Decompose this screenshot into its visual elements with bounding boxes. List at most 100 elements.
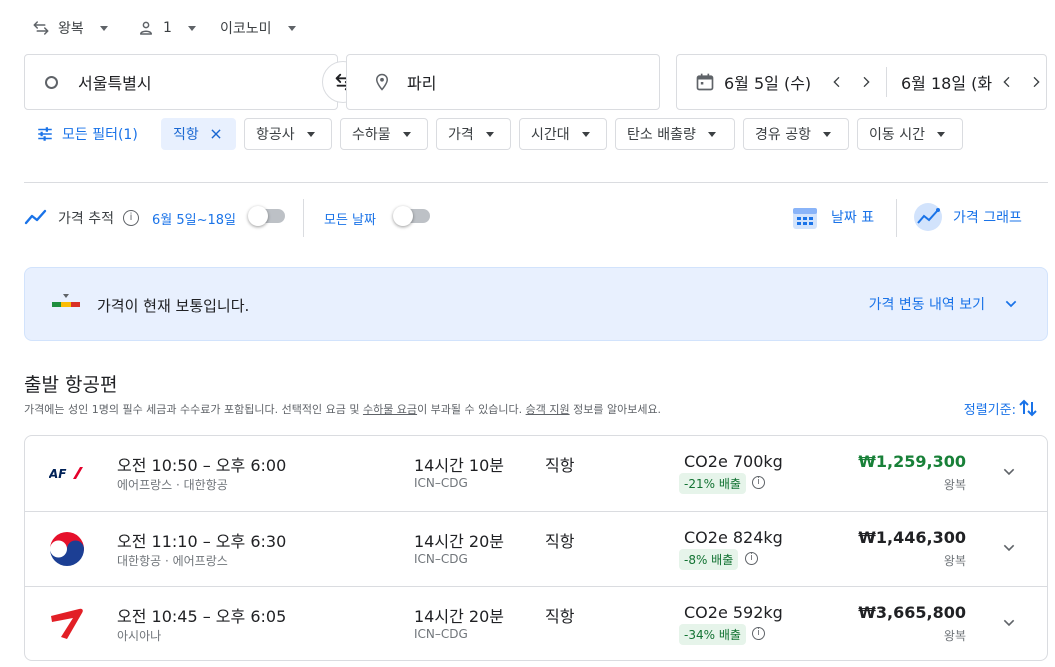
expand-chevron-icon[interactable] <box>1001 540 1017 556</box>
trip-type-select[interactable]: 왕복 <box>32 14 108 42</box>
flight-row[interactable]: 오전 11:10 – 오후 6:30 대한항공 · 에어프랑스 14시간 20분… <box>25 511 1047 586</box>
chip-baggage[interactable]: 수하물 <box>340 118 428 150</box>
chevron-down-icon <box>707 131 716 137</box>
flight-row[interactable]: AF 오전 10:50 – 오후 6:00 에어프랑스 · 대한항공 14시간 … <box>25 436 1047 511</box>
price-history-label: 가격 변동 내역 보기 <box>868 297 985 313</box>
all-dates-toggle[interactable] <box>393 206 430 226</box>
remove-filter-button[interactable] <box>209 127 223 141</box>
vertical-divider <box>896 199 897 237</box>
flight-times: 오전 10:50 – 오후 6:00 <box>117 456 287 475</box>
chevron-down-icon <box>306 131 315 137</box>
info-icon[interactable]: i <box>752 476 765 489</box>
info-icon[interactable]: i <box>745 552 758 565</box>
chevron-left-icon <box>833 76 840 88</box>
price-graph-button[interactable]: 가격 그래프 <box>913 200 1022 234</box>
sort-label: 정렬기준: <box>963 402 1016 418</box>
chip-label: 시간대 <box>531 127 570 143</box>
expand-chevron-icon[interactable] <box>1001 464 1017 480</box>
chip-label: 가격 <box>448 127 474 143</box>
flight-price: ₩3,665,800 <box>858 603 966 622</box>
return-next-day-button[interactable] <box>1028 74 1044 90</box>
chip-price[interactable]: 가격 <box>436 118 511 150</box>
flight-stops: 직항 <box>545 532 575 551</box>
return-date[interactable]: 6월 18일 (화) <box>901 70 993 94</box>
korean-air-logo-icon <box>50 532 84 566</box>
flight-route: ICN–CDG <box>414 476 468 490</box>
chip-duration[interactable]: 이동 시간 <box>857 118 963 150</box>
disclaimer-text: 이 부과될 수 있습니다. <box>417 403 526 416</box>
chevron-down-icon <box>822 131 831 137</box>
baggage-fees-link[interactable]: 수하물 요금 <box>363 403 417 416</box>
chevron-left-icon <box>1003 76 1010 88</box>
depart-next-day-button[interactable] <box>858 74 874 90</box>
price-tracking-label: 가격 추적 <box>58 211 114 227</box>
all-filters-button[interactable]: 모든 필터(1) <box>36 118 138 150</box>
disclaimer-text: 정보를 알아보세요. <box>569 403 662 416</box>
co2-emissions: CO2e 824kg <box>684 528 783 547</box>
trip-type-label: 왕복 <box>943 478 966 492</box>
chevron-down-icon <box>99 25 108 31</box>
chip-label: 수하물 <box>352 127 391 143</box>
flight-route: ICN–CDG <box>414 627 468 641</box>
flight-price: ₩1,446,300 <box>858 528 966 547</box>
emissions-badge: -34% 배출 <box>679 624 746 645</box>
info-icon[interactable]: i <box>752 627 765 640</box>
depart-date[interactable]: 6월 5일 (수) <box>724 70 820 94</box>
sort-icon <box>1019 399 1037 417</box>
flight-row[interactable]: 오전 10:45 – 오후 6:05 아시아나 14시간 20분 ICN–CDG… <box>25 586 1047 660</box>
chip-label: 직항 <box>173 127 199 143</box>
flight-stops: 직항 <box>545 456 575 475</box>
asiana-logo-icon <box>51 608 83 639</box>
passenger-assistance-link[interactable]: 승객 지원 <box>526 403 570 416</box>
flight-price: ₩1,259,300 <box>858 452 966 471</box>
price-history-button[interactable]: 가격 변동 내역 보기 <box>869 290 1019 318</box>
flight-duration: 14시간 10분 <box>414 456 504 475</box>
sort-button[interactable]: 정렬기준: <box>964 398 1037 418</box>
trip-type-label: 왕복 <box>58 21 84 37</box>
price-disclaimer: 가격에는 성인 1명의 필수 세금과 수수료가 포함됩니다. 선택적인 요금 및… <box>24 401 661 417</box>
price-graph-icon <box>914 203 942 231</box>
flight-times: 오전 10:45 – 오후 6:05 <box>117 607 287 626</box>
expand-chevron-icon[interactable] <box>1001 615 1017 631</box>
flight-results-list: AF 오전 10:50 – 오후 6:00 에어프랑스 · 대한항공 14시간 … <box>24 435 1048 661</box>
flight-times: 오전 11:10 – 오후 6:30 <box>117 532 287 551</box>
price-level-icon <box>52 294 80 307</box>
chevron-down-icon <box>287 25 296 31</box>
airline-names: 에어프랑스 · 대한항공 <box>117 478 228 492</box>
chevron-right-icon <box>863 76 870 88</box>
origin-field[interactable]: 서울특별시 <box>24 54 338 110</box>
toggle-knob <box>393 206 413 226</box>
chip-connecting-airports[interactable]: 경유 공항 <box>743 118 849 150</box>
date-range-field[interactable]: 6월 5일 (수) 6월 18일 (화) <box>676 54 1047 110</box>
cabin-class-select[interactable]: 이코노미 <box>220 14 296 42</box>
close-icon <box>211 129 221 139</box>
chevron-down-icon <box>187 25 196 31</box>
co2-emissions: CO2e 700kg <box>684 452 783 471</box>
section-divider <box>24 182 1048 183</box>
chip-emissions[interactable]: 탄소 배출량 <box>615 118 735 150</box>
price-tracking-toggle[interactable] <box>248 206 285 226</box>
trip-type-label: 왕복 <box>943 629 966 643</box>
chip-times[interactable]: 시간대 <box>519 118 607 150</box>
date-grid-icon <box>793 208 817 229</box>
info-icon[interactable]: i <box>123 210 139 226</box>
chevron-right-icon <box>1033 76 1040 88</box>
destination-field[interactable]: 파리 <box>346 54 660 110</box>
depart-prev-day-button[interactable] <box>829 74 845 90</box>
section-title: 출발 항공편 <box>24 374 118 396</box>
return-prev-day-button[interactable] <box>999 74 1015 90</box>
chevron-down-icon <box>485 131 494 137</box>
flight-duration: 14시간 20분 <box>414 532 504 551</box>
price-insight-text: 가격이 현재 보통입니다. <box>97 297 250 315</box>
chip-label: 탄소 배출량 <box>627 127 696 143</box>
chip-airlines[interactable]: 항공사 <box>244 118 332 150</box>
trip-type-label: 왕복 <box>943 554 966 568</box>
chevron-down-icon <box>581 131 590 137</box>
passengers-select[interactable]: 1 <box>137 14 196 42</box>
date-separator <box>886 67 887 97</box>
cabin-class-label: 이코노미 <box>220 21 272 37</box>
chip-nonstop[interactable]: 직항 <box>161 118 236 150</box>
chip-label: 경유 공항 <box>755 127 811 143</box>
date-grid-button[interactable]: 날짜 표 <box>790 200 874 234</box>
svg-text:AF: AF <box>49 467 67 480</box>
